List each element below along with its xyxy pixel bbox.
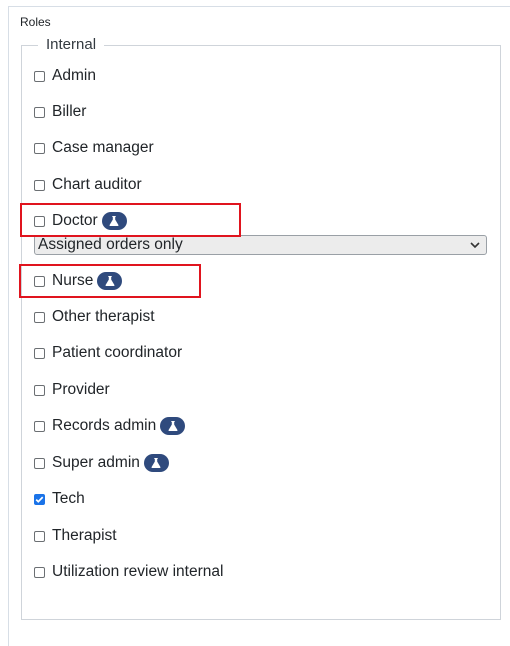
role-super-admin[interactable]: Super admin [34, 453, 169, 473]
provider-checkbox[interactable] [34, 384, 45, 396]
utilization-review-internal-checkbox[interactable] [34, 566, 45, 578]
role-label: Other therapist [52, 308, 155, 325]
patient-coordinator-checkbox[interactable] [34, 347, 45, 359]
super-admin-checkbox[interactable] [34, 457, 45, 469]
role-provider[interactable]: Provider [34, 380, 110, 400]
biller-checkbox[interactable] [34, 106, 45, 118]
role-admin[interactable]: Admin [34, 66, 96, 86]
flask-icon [160, 417, 186, 435]
role-label: Provider [52, 381, 110, 398]
role-other-therapist[interactable]: Other therapist [34, 307, 155, 327]
role-label: Admin [52, 67, 96, 84]
internal-legend: Internal [38, 36, 105, 53]
roles-heading: Roles [20, 15, 51, 29]
doctor-scope-value: Assigned orders only [38, 236, 183, 253]
therapist-checkbox[interactable] [34, 530, 45, 542]
other-therapist-checkbox[interactable] [34, 311, 45, 323]
role-label: Case manager [52, 139, 154, 156]
role-therapist[interactable]: Therapist [34, 526, 117, 546]
role-label: Records admin [52, 417, 157, 434]
doctor-highlight-box [20, 203, 241, 237]
chart-auditor-checkbox[interactable] [34, 179, 45, 191]
role-tech[interactable]: Tech [34, 489, 85, 509]
case-manager-checkbox[interactable] [34, 142, 45, 154]
role-utilization-review-internal[interactable]: Utilization review internal [34, 562, 223, 582]
chevron-down-icon [470, 242, 480, 249]
nurse-highlight-box [19, 264, 201, 298]
flask-icon [143, 454, 169, 472]
tech-checkbox[interactable] [34, 493, 45, 505]
role-label: Therapist [52, 527, 117, 544]
records-admin-checkbox[interactable] [34, 420, 45, 432]
role-label: Super admin [52, 454, 140, 471]
role-records-admin[interactable]: Records admin [34, 416, 186, 436]
role-label: Utilization review internal [52, 563, 224, 580]
checkmark-icon [35, 496, 44, 503]
role-label: Tech [52, 490, 85, 507]
role-label: Patient coordinator [52, 344, 183, 361]
role-case-manager[interactable]: Case manager [34, 138, 154, 158]
role-patient-coordinator[interactable]: Patient coordinator [34, 343, 182, 363]
admin-checkbox[interactable] [34, 70, 45, 82]
doctor-scope-select[interactable]: Assigned orders only [34, 235, 487, 255]
role-biller[interactable]: Biller [34, 102, 86, 122]
role-label: Biller [52, 103, 87, 120]
role-chart-auditor[interactable]: Chart auditor [34, 175, 142, 195]
role-label: Chart auditor [52, 176, 142, 193]
